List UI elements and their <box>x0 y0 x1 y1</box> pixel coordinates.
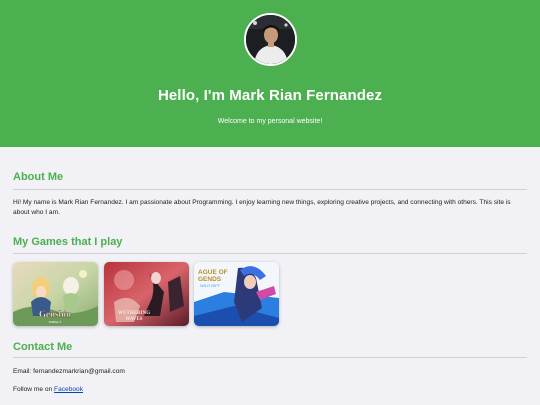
wuthering-logo-text: WUTHERING <box>118 311 150 316</box>
about-divider <box>13 189 527 190</box>
wild-rift-art-icon: AGUE OF GENDS WILD RIFT <box>194 262 279 326</box>
contact-follow: Follow me on Facebook <box>13 386 83 393</box>
wild-rift-logo-line1: AGUE OF <box>198 269 228 276</box>
genshin-logo-sub: IMPACT <box>49 320 63 324</box>
page-title: Hello, I'm Mark Rian Fernandez <box>157 87 383 104</box>
follow-prefix: Follow me on <box>13 386 55 393</box>
facebook-link[interactable]: Facebook <box>54 386 83 393</box>
profile-photo-icon <box>246 15 295 64</box>
contact-heading: Contact Me <box>13 341 73 353</box>
wuthering-logo-sub: WAVES <box>125 317 142 322</box>
genshin-logo-text: Genshin <box>39 309 71 319</box>
about-text: Hi! My name is Mark Rian Fernandez. I am… <box>13 199 511 216</box>
about-heading: About Me <box>13 171 64 183</box>
games-heading: My Games that I play <box>13 236 123 248</box>
page-subtitle: Welcome to my personal website! <box>217 118 323 125</box>
wuthering-waves-art-icon: WUTHERING WAVES <box>104 262 189 326</box>
contact-divider <box>13 357 527 358</box>
game-card-wuthering[interactable]: WUTHERING WAVES <box>104 262 189 326</box>
contact-email: Email: fernandezmarkrian@gmail.com <box>13 368 125 375</box>
profile-avatar <box>244 13 297 66</box>
wild-rift-logo-line3: WILD RIFT <box>200 283 221 288</box>
games-divider <box>13 253 527 254</box>
genshin-impact-art-icon: Genshin IMPACT <box>13 262 98 326</box>
game-card-genshin[interactable]: Genshin IMPACT <box>13 262 98 326</box>
hero-header: Hello, I'm Mark Rian Fernandez Welcome t… <box>0 0 540 147</box>
wild-rift-logo-line2: GENDS <box>198 276 222 283</box>
game-card-wild-rift[interactable]: AGUE OF GENDS WILD RIFT <box>194 262 279 326</box>
